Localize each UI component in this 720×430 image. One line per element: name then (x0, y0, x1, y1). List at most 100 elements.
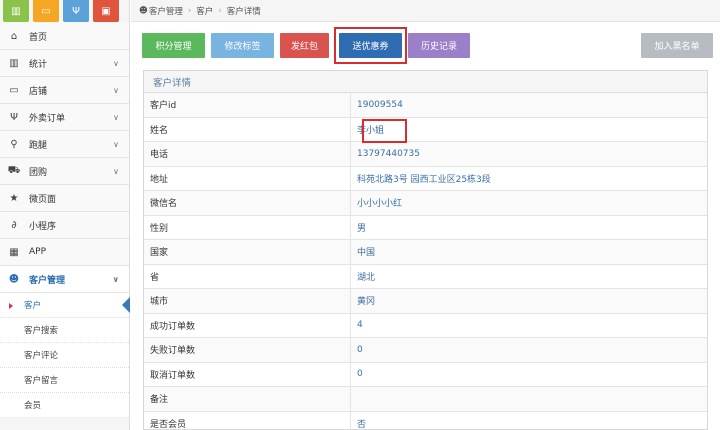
table-row: 失败订单数 0 (144, 338, 707, 363)
row-value: 0 (357, 344, 363, 355)
sidebar-item-label: 小程序 (29, 221, 57, 232)
customer-detail-panel: 客户详情 客户id 19009554 姓名 李小姐 电话 13797440735 地址 科苑北… (143, 70, 708, 430)
table-row: 微信名 小小小小红 (144, 191, 707, 216)
fork-knife-icon[interactable]: Ψ (63, 0, 89, 22)
chevron-down-icon: ∨ (113, 139, 119, 149)
row-label: 成功订单数 (144, 313, 351, 337)
chevron-down-icon: ∨ (113, 112, 119, 122)
sidebar-item-home[interactable]: ⌂ 首页 (0, 23, 129, 50)
breadcrumb-current: 客户详情 (226, 6, 261, 17)
row-label: 省 (144, 264, 351, 288)
sidebar-item-micropage[interactable]: ★ 微页面 (0, 185, 129, 212)
sidebar-item-label: APP (29, 247, 47, 257)
row-label: 地址 (144, 166, 351, 190)
coupon-highlight-box (334, 27, 407, 64)
sidebar-subitem-customer-reviews[interactable]: 客户评论 (0, 343, 129, 368)
breadcrumb-separator: › (187, 5, 192, 16)
table-row: 备注 (144, 387, 707, 412)
breadcrumb-root[interactable]: 客户管理 (149, 5, 183, 17)
row-value: 湖北 (357, 272, 376, 283)
row-value: 男 (357, 223, 367, 234)
toolbar: 积分管理 修改标签 发红包 送优惠券 历史记录 加入黑名单 (131, 22, 720, 64)
table-row: 是否会员否 (144, 411, 707, 430)
monitor-icon[interactable]: ▭ (33, 0, 59, 22)
row-label: 电话 (144, 142, 351, 166)
sidebar-item-app[interactable]: ▦ APP (0, 239, 129, 266)
miniapp-icon: ∂ (11, 219, 17, 231)
row-label: 备注 (144, 387, 351, 411)
row-label: 取消订单数 (144, 362, 351, 386)
row-value: 0 (357, 369, 363, 380)
row-value: 4 (357, 320, 363, 331)
row-label: 微信名 (144, 191, 351, 215)
users-icon: ☻ (8, 273, 20, 285)
row-label: 性别 (144, 215, 351, 239)
sidebar-subitem-customer-search[interactable]: 客户搜索 (0, 318, 129, 343)
chevron-down-icon: ∨ (112, 274, 120, 284)
stats-icon: ▥ (9, 57, 19, 69)
row-label: 失败订单数 (144, 338, 351, 362)
table-row: 性别男 (144, 215, 707, 240)
bag-icon[interactable]: ▣ (93, 0, 119, 22)
sidebar-item-takeout[interactable]: Ψ 外卖订单 ∨ (0, 104, 129, 131)
breadcrumb: ☻ 客户管理 › 客户 › 客户详情 (131, 0, 720, 22)
table-row: 省湖北 (144, 264, 707, 289)
row-label: 城市 (144, 289, 351, 313)
sidebar-item-groupbuy[interactable]: ⛟ 团购 ∨ (0, 158, 129, 185)
sidebar-subitem-customer-messages[interactable]: 客户留言 (0, 368, 129, 393)
breadcrumb-level2[interactable]: 客户 (196, 5, 213, 17)
row-label: 国家 (144, 240, 351, 264)
sidebar-item-miniapp[interactable]: ∂ 小程序 (0, 212, 129, 239)
table-row: 取消订单数 0 (144, 362, 707, 387)
sidebar-item-label: 团购 (29, 167, 48, 178)
sidebar-item-label: 首页 (29, 32, 48, 43)
add-to-blacklist-button[interactable]: 加入黑名单 (641, 33, 713, 58)
edit-tags-button[interactable]: 修改标签 (211, 33, 274, 58)
sidebar: ▥ ▭ Ψ ▣ ⌂ 首页 ▥ 统计 ∨ ▭ 店铺 ∨ Ψ 外卖订单 ∨ ⚲ 跑腿… (0, 0, 130, 430)
main-content: ☻ 客户管理 › 客户 › 客户详情 积分管理 修改标签 发红包 送优惠券 历史… (131, 0, 720, 430)
detail-table: 客户id 19009554 姓名 李小姐 电话 13797440735 地址 科苑北路3号 园… (144, 93, 707, 430)
sidebar-item-label: 店铺 (29, 86, 48, 97)
row-label: 是否会员 (144, 411, 351, 430)
grid-icon: ▦ (9, 246, 19, 258)
send-redpacket-button[interactable]: 发红包 (280, 33, 329, 58)
history-button[interactable]: 历史记录 (408, 33, 470, 58)
sidebar-item-stats[interactable]: ▥ 统计 ∨ (0, 50, 129, 77)
sidebar-item-label: 微页面 (29, 194, 57, 205)
table-row: 地址 科苑北路3号 园西工业区25栋3段 (144, 166, 707, 191)
row-value: 中国 (357, 248, 376, 259)
bike-icon: ⚲ (10, 138, 18, 150)
sidebar-item-errand[interactable]: ⚲ 跑腿 ∨ (0, 131, 129, 158)
sidebar-item-customers[interactable]: ☻ 客户管理 ∨ (0, 266, 129, 293)
cart-icon: ⛟ (7, 164, 21, 176)
table-row: 城市 黄冈 (144, 289, 707, 314)
table-row: 电话 13797440735 (144, 142, 707, 167)
name-highlight-box (362, 119, 407, 143)
breadcrumb-separator: › (218, 5, 222, 16)
row-value: 13797440735 (357, 148, 420, 159)
panel-title: 客户详情 (144, 71, 707, 93)
chevron-down-icon: ∨ (113, 166, 119, 176)
row-value: 科苑北路3号 园西工业区25栋3段 (357, 174, 491, 185)
row-value: 黄冈 (357, 297, 376, 308)
chevron-down-icon: ∨ (113, 58, 119, 68)
table-row: 国家 中国 (144, 240, 707, 265)
chevron-down-icon: ∨ (113, 85, 119, 95)
points-management-button[interactable]: 积分管理 (142, 33, 205, 58)
table-row: 客户id 19009554 (144, 93, 707, 118)
sidebar-item-label: 外卖订单 (29, 113, 66, 124)
users-icon: ☻ (139, 5, 148, 16)
star-icon: ★ (9, 192, 19, 204)
row-value: 小小小小红 (357, 199, 403, 210)
row-label: 客户id (144, 93, 351, 117)
sidebar-subitem-members[interactable]: 会员 (0, 393, 129, 418)
row-value: 19009554 (357, 99, 403, 110)
table-row: 成功订单数 4 (144, 313, 707, 338)
row-label: 姓名 (144, 117, 351, 141)
bar-chart-icon[interactable]: ▥ (3, 0, 29, 22)
sidebar-item-store[interactable]: ▭ 店铺 ∨ (0, 77, 129, 104)
sidebar-item-label: 客户管理 (29, 275, 66, 286)
sidebar-item-label: 统计 (29, 59, 48, 70)
sidebar-subitem-customer[interactable]: 客户 (0, 293, 130, 318)
table-row: 姓名 李小姐 (144, 117, 707, 142)
